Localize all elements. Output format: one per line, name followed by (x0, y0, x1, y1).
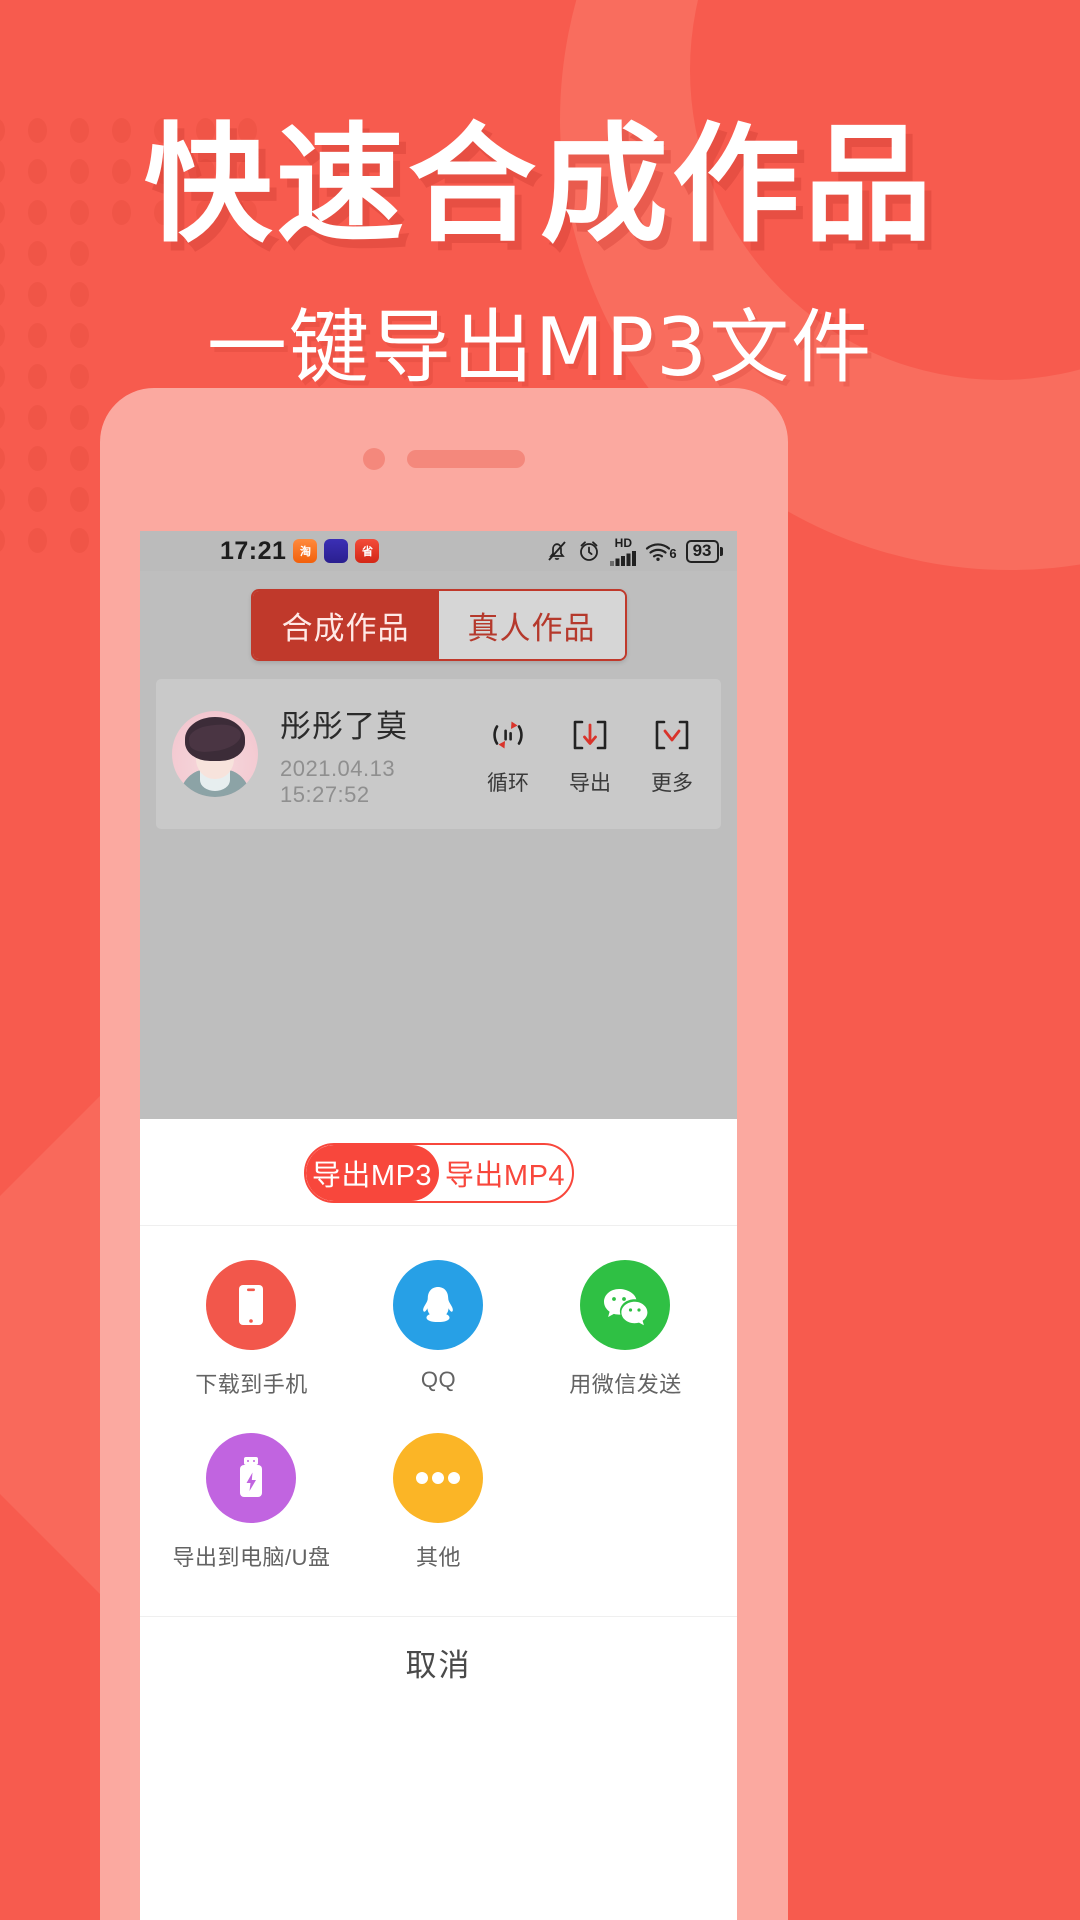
work-timestamp: 2021.04.13 15:27:52 (280, 755, 396, 807)
share-qq[interactable]: QQ (345, 1260, 532, 1399)
poster-root: 快速合成作品 一键导出MP3文件 17:21 淘 省 HD 6 93 合成作品 … (0, 0, 1080, 1920)
share-label: 导出到电脑/U盘 (172, 1545, 331, 1570)
phone-speaker-area (100, 448, 788, 470)
loop-action[interactable]: 循环 (479, 711, 537, 797)
work-list: 彤彤了莫 2021.04.13 15:27:52 循环 导出 更多 (140, 679, 737, 1119)
battery-percent: 93 (685, 539, 719, 563)
works-segmented-control: 合成作品 真人作品 (250, 589, 627, 661)
top-tab-bar: 合成作品 真人作品 (140, 571, 737, 679)
work-actions: 循环 导出 更多 (479, 711, 701, 797)
more-action[interactable]: 更多 (643, 711, 701, 797)
share-label: 下载到手机 (195, 1372, 308, 1397)
more-label: 更多 (651, 772, 693, 795)
share-label: 用微信发送 (569, 1372, 682, 1397)
avatar (172, 711, 258, 797)
work-list-item[interactable]: 彤彤了莫 2021.04.13 15:27:52 循环 导出 更多 (156, 679, 721, 829)
share-download-to-phone[interactable]: 下载到手机 (158, 1260, 345, 1399)
camera-dot-icon (363, 448, 385, 470)
poster-headline: 快速合成作品 (143, 111, 936, 260)
battery-icon: 93 (685, 539, 723, 563)
tab-synth-works[interactable]: 合成作品 (252, 591, 439, 659)
tab-real-person-works[interactable]: 真人作品 (438, 591, 625, 659)
signal-bars-icon (610, 550, 637, 566)
chevron-down-bracket-icon (649, 711, 695, 759)
share-label: QQ (420, 1367, 457, 1392)
status-bar-left: 17:21 淘 省 (220, 536, 380, 566)
bell-muted-icon (548, 541, 567, 561)
status-bar-right: HD 6 93 (546, 537, 723, 566)
download-bracket-icon (567, 711, 613, 759)
usb-drive-icon (206, 1433, 297, 1523)
notification-app-icon-2 (324, 539, 349, 563)
export-label: 导出 (569, 772, 611, 795)
phone-mockup: 17:21 淘 省 HD 6 93 合成作品 真人作品 彤彤了莫 2021.04… (100, 388, 788, 1920)
wifi-icon: 6 (645, 541, 677, 561)
format-pill-control: 导出MP3 导出MP4 (303, 1143, 574, 1203)
format-tab-row: 导出MP3 导出MP4 (140, 1119, 737, 1226)
earpiece-bar (407, 450, 525, 468)
share-other[interactable]: 其他 (345, 1433, 532, 1572)
notification-app-icon-1: 淘 (293, 539, 318, 563)
alarm-icon (580, 541, 599, 561)
share-export-to-pc-usb[interactable]: 导出到电脑/U盘 (158, 1433, 345, 1572)
qq-penguin-icon (393, 1260, 484, 1350)
cancel-button[interactable]: 取消 (140, 1616, 737, 1708)
phone-icon (206, 1260, 297, 1350)
share-label: 其他 (415, 1545, 461, 1570)
status-bar: 17:21 淘 省 HD 6 93 (140, 531, 737, 571)
tab-export-mp3[interactable]: 导出MP3 (305, 1145, 439, 1201)
headline-block: 快速合成作品 一键导出MP3文件 (0, 110, 1080, 399)
status-time: 17:21 (220, 536, 287, 565)
battery-tip (720, 546, 723, 556)
wechat-icon (580, 1260, 671, 1350)
wifi-generation-label: 6 (669, 546, 677, 561)
share-target-grid: 下载到手机 QQ 用微信发送 导出到电脑/U盘 其他 (140, 1226, 737, 1616)
loop-label: 循环 (487, 772, 529, 795)
phone-screen: 17:21 淘 省 HD 6 93 合成作品 真人作品 彤彤了莫 2021.04… (140, 531, 737, 1920)
notification-app-icon-3: 省 (355, 539, 380, 563)
ellipsis-icon (393, 1433, 484, 1523)
loop-icon (485, 711, 531, 759)
share-wechat[interactable]: 用微信发送 (532, 1260, 719, 1399)
export-action[interactable]: 导出 (561, 711, 619, 797)
signal-hd-icon: HD (610, 535, 637, 566)
work-title: 彤彤了莫 (280, 708, 408, 744)
tab-export-mp4[interactable]: 导出MP4 (439, 1145, 572, 1201)
work-meta: 彤彤了莫 2021.04.13 15:27:52 (280, 701, 479, 808)
hd-label: HD (614, 535, 633, 550)
poster-subheadline: 一键导出MP3文件 (206, 301, 874, 395)
export-sheet: 导出MP3 导出MP4 下载到手机 QQ 用微信发送 导出到电脑/U盘 其他 取… (140, 1119, 737, 1708)
